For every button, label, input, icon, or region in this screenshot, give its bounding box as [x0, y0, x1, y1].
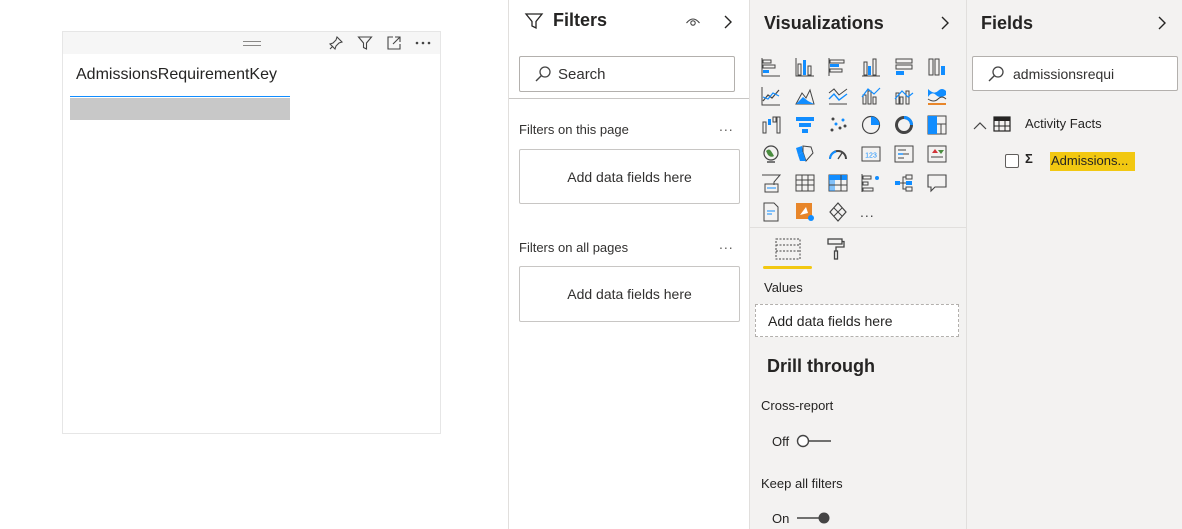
svg-text:123: 123	[865, 153, 877, 160]
search-icon	[987, 65, 1005, 83]
all-pages-filters-drop-zone[interactable]: Add data fields here	[519, 266, 740, 322]
fields-tab-icon[interactable]	[775, 238, 801, 265]
funnel-chart-icon[interactable]	[794, 114, 816, 136]
more-options-icon[interactable]	[413, 34, 433, 52]
more-options-icon[interactable]: ...	[719, 236, 734, 252]
card-visual[interactable]: AdmissionsRequirementKey	[62, 31, 441, 434]
collapse-chevron-icon[interactable]	[1157, 15, 1167, 36]
filters-search-input[interactable]: Search	[519, 56, 735, 92]
line-and-column-chart-icon[interactable]	[860, 85, 882, 107]
drag-grip-icon[interactable]	[243, 41, 261, 46]
area-chart-icon[interactable]	[794, 85, 816, 107]
filters-on-page-label: Filters on this page	[519, 122, 629, 137]
map-icon[interactable]	[760, 143, 782, 165]
power-bi-editor: AdmissionsRequirementKey Filters Search …	[0, 0, 1182, 529]
filters-pane: Filters Search Filters on this page ... …	[508, 0, 750, 529]
cross-report-toggle[interactable]	[796, 434, 832, 453]
matrix-icon[interactable]	[827, 172, 849, 194]
keep-all-filters-label: Keep all filters	[761, 476, 843, 491]
field-checkbox[interactable]	[1005, 154, 1019, 168]
active-tab-indicator	[763, 266, 812, 269]
sigma-icon: Σ	[1025, 151, 1033, 166]
treemap-icon[interactable]	[926, 114, 948, 136]
visualizations-pane: Visualizations 123 ... Values Add data f…	[750, 0, 967, 529]
stacked-bar-chart-icon[interactable]	[760, 56, 782, 78]
table-icon[interactable]	[794, 172, 816, 194]
field-name[interactable]: Admissions...	[1050, 152, 1135, 171]
card-icon[interactable]: 123	[860, 143, 882, 165]
line-and-clustered-column-icon[interactable]	[893, 85, 915, 107]
card-title: AdmissionsRequirementKey	[76, 66, 277, 83]
paginated-report-icon[interactable]	[760, 201, 782, 223]
search-placeholder: Search	[558, 65, 606, 83]
keep-all-filters-state: On	[772, 511, 790, 526]
search-value: admissionsrequi	[1013, 65, 1115, 82]
collapse-chevron-icon[interactable]	[940, 15, 950, 36]
stacked-area-chart-icon[interactable]	[827, 85, 849, 107]
chevron-up-icon[interactable]	[973, 118, 987, 136]
filter-icon[interactable]	[355, 34, 375, 52]
search-icon	[534, 65, 552, 83]
line-chart-icon[interactable]	[760, 85, 782, 107]
card-value-placeholder	[70, 98, 290, 120]
ribbon-chart-icon[interactable]	[926, 85, 948, 107]
collapse-chevron-icon[interactable]	[723, 14, 733, 35]
pie-chart-icon[interactable]	[860, 114, 882, 136]
100-percent-bar-chart-icon[interactable]	[893, 56, 915, 78]
power-automate-icon[interactable]	[827, 201, 849, 223]
keep-all-filters-toggle[interactable]	[796, 511, 832, 529]
visual-header	[63, 32, 440, 54]
gauge-icon[interactable]	[827, 143, 849, 165]
filter-icon	[524, 11, 544, 36]
fields-title: Fields	[981, 13, 1034, 33]
values-drop-zone[interactable]: Add data fields here	[755, 304, 959, 337]
slicer-icon[interactable]	[760, 172, 782, 194]
divider	[750, 227, 966, 228]
filters-on-all-pages-label: Filters on all pages	[519, 240, 629, 255]
table-name[interactable]: Activity Facts	[1025, 116, 1102, 131]
drill-through-title: Drill through	[767, 356, 875, 376]
report-canvas: AdmissionsRequirementKey	[0, 0, 508, 529]
power-apps-icon[interactable]	[794, 201, 816, 223]
visualizations-title: Visualizations	[764, 13, 884, 33]
cross-report-state: Off	[772, 434, 790, 449]
100-percent-column-chart-icon[interactable]	[926, 56, 948, 78]
kpi-icon[interactable]	[926, 143, 948, 165]
qna-icon[interactable]	[926, 172, 948, 194]
focus-mode-icon[interactable]	[384, 34, 404, 52]
key-influencers-icon[interactable]	[893, 172, 915, 194]
values-label: Values	[764, 280, 803, 295]
decomposition-tree-icon[interactable]	[860, 172, 882, 194]
fields-pane: Fields admissionsrequi Activity Facts Σ …	[967, 0, 1182, 529]
more-options-icon[interactable]: ...	[719, 118, 734, 134]
divider	[509, 98, 749, 99]
eye-icon[interactable]	[685, 14, 701, 33]
page-filters-drop-zone[interactable]: Add data fields here	[519, 149, 740, 204]
donut-chart-icon[interactable]	[893, 114, 915, 136]
scatter-chart-icon[interactable]	[827, 114, 849, 136]
filled-map-icon[interactable]	[794, 143, 816, 165]
fields-search-input[interactable]: admissionsrequi	[972, 56, 1178, 91]
card-accent-line	[70, 96, 290, 97]
filters-title: Filters	[553, 10, 608, 30]
stacked-column-chart-icon[interactable]	[794, 56, 816, 78]
clustered-bar-chart-icon[interactable]	[827, 56, 849, 78]
cross-report-label: Cross-report	[761, 398, 834, 413]
more-visuals-icon[interactable]: ...	[860, 201, 882, 223]
clustered-column-chart-icon[interactable]	[860, 56, 882, 78]
pin-icon[interactable]	[326, 34, 346, 52]
multi-row-card-icon[interactable]	[893, 143, 915, 165]
table-icon	[993, 116, 1011, 137]
format-paint-roller-icon[interactable]	[826, 237, 846, 266]
waterfall-chart-icon[interactable]	[760, 114, 782, 136]
